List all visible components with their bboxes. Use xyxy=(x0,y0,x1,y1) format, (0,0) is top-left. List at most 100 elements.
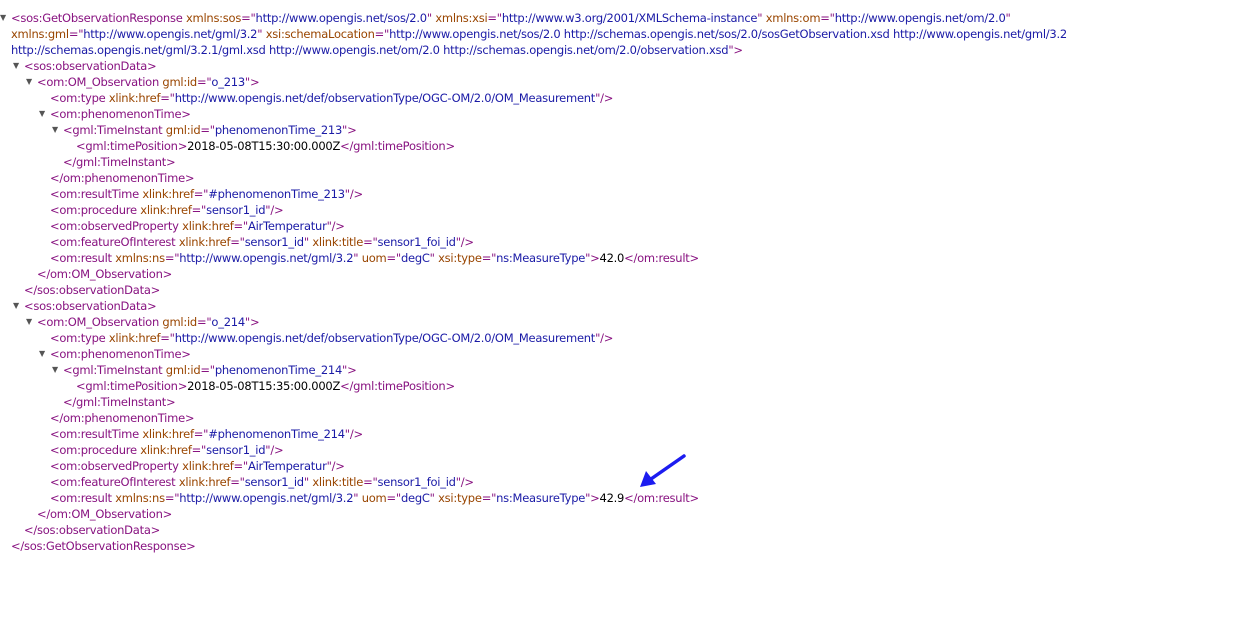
xml-tag-text: </om:result> xyxy=(624,251,699,265)
xml-line: ▼ <sos:GetObservationResponse xmlns:sos="… xyxy=(0,10,1243,58)
xml-line: </om:OM_Observation> xyxy=(0,506,1243,522)
collapse-toggle-icon[interactable]: ▼ xyxy=(13,298,23,314)
xml-line: ▼ <gml:TimeInstant gml:id="phenomenonTime… xyxy=(0,362,1243,378)
collapse-toggle-icon[interactable]: ▼ xyxy=(13,58,23,74)
xml-attr-value: degC xyxy=(400,251,430,265)
xml-tag-text: =" xyxy=(230,475,245,489)
xml-attr-value: ns:MeasureType xyxy=(496,491,586,505)
collapse-toggle-icon[interactable]: ▼ xyxy=(26,74,36,90)
xml-tag-text: =" xyxy=(164,251,180,265)
xml-attr-name: xlink:href xyxy=(108,331,161,345)
xml-attr-value: sensor1_id xyxy=(244,235,304,249)
xml-attr-value: http://www.opengis.net/sos/2.0 xyxy=(255,11,428,25)
xml-attr-value: sensor1_foi_id xyxy=(377,475,456,489)
collapse-toggle-icon[interactable]: ▼ xyxy=(0,10,10,26)
xml-tag-text: " xyxy=(757,11,766,25)
xml-text-value: 42.9 xyxy=(599,491,625,505)
xml-tag-text: =" xyxy=(200,363,215,377)
xml-attr-name: gml:id xyxy=(162,315,197,329)
xml-line: <gml:timePosition>2018-05-08T15:35:00.00… xyxy=(0,378,1243,394)
xml-tag-text: =" xyxy=(386,491,402,505)
xml-line: ▼ <sos:observationData> xyxy=(0,58,1243,74)
xml-attr-name: xlink:href xyxy=(182,219,234,233)
xml-attr-value: http://www.opengis.net/gml/3.2 xyxy=(179,491,354,505)
xml-attr-value: http://www.opengis.net/def/observationTy… xyxy=(174,331,596,345)
xml-tag-text: <om:featureOfInterest xyxy=(50,475,179,489)
xml-tag-text: =" xyxy=(230,235,245,249)
xml-tag-text: <om:phenomenonTime> xyxy=(50,347,191,361)
xml-tag-text: <gml:timePosition> xyxy=(76,139,188,153)
xml-tag-text: </om:phenomenonTime> xyxy=(50,411,195,425)
xml-tag-text: =" xyxy=(196,315,212,329)
xml-tag-text: =" xyxy=(191,203,207,217)
xml-tag-text: " xyxy=(1005,11,1011,25)
xml-attr-name: xlink:href xyxy=(142,427,194,441)
xml-tag-text: =" xyxy=(191,443,207,457)
xml-tag-text: <om:observedProperty xyxy=(50,219,183,233)
xml-tag-text: "/> xyxy=(265,203,284,217)
collapse-toggle-icon[interactable]: ▼ xyxy=(39,346,49,362)
xml-attr-name: xlink:title xyxy=(312,235,364,249)
xml-tag-text: <om:type xyxy=(50,331,109,345)
xml-attr-value: #phenomenonTime_214 xyxy=(208,427,345,441)
xml-attr-name: xmlns:ns xyxy=(115,251,165,265)
collapse-toggle-icon[interactable]: ▼ xyxy=(52,362,62,378)
xml-tag-text: =" xyxy=(193,187,209,201)
xml-tag-text: " xyxy=(257,27,266,41)
xml-attr-value: AirTemperatur xyxy=(247,459,327,473)
xml-tag-text: </gml:TimeInstant> xyxy=(63,155,176,169)
xml-line: <om:resultTime xlink:href="#phenomenonTi… xyxy=(0,186,1243,202)
xml-tag-text: </om:OM_Observation> xyxy=(37,267,173,281)
xml-line: </om:phenomenonTime> xyxy=(0,410,1243,426)
xml-attr-value: degC xyxy=(400,491,430,505)
xml-tag-text: <om:observedProperty xyxy=(50,459,183,473)
xml-tag-text: =" xyxy=(363,235,378,249)
xml-attr-value: http://www.opengis.net/def/observationTy… xyxy=(174,91,596,105)
xml-tag-text: <om:resultTime xyxy=(50,427,143,441)
xml-tag-text: </gml:timePosition> xyxy=(340,379,455,393)
xml-attr-name: xlink:href xyxy=(108,91,161,105)
xml-tag-text: =" xyxy=(193,427,209,441)
xml-tag-text: "/> xyxy=(455,475,474,489)
xml-tag-text: <sos:observationData> xyxy=(24,59,157,73)
xml-line: </om:phenomenonTime> xyxy=(0,170,1243,186)
collapse-toggle-icon[interactable]: ▼ xyxy=(26,314,36,330)
xml-tag-text: </gml:TimeInstant> xyxy=(63,395,176,409)
xml-tag-text: =" xyxy=(68,27,84,41)
xml-tag-text: "/> xyxy=(344,427,363,441)
xml-tag-text: =" xyxy=(820,11,835,25)
collapse-toggle-icon[interactable]: ▼ xyxy=(39,106,49,122)
xml-tag-text: " xyxy=(429,491,439,505)
xml-tag-text: =" xyxy=(200,123,215,137)
xml-attr-name: gml:id xyxy=(162,75,197,89)
xml-attr-name: xlink:title xyxy=(312,475,364,489)
xml-attr-name: xmlns:gml xyxy=(11,27,69,41)
xml-attr-value: http://www.w3.org/2001/XMLSchema-instanc… xyxy=(501,11,758,25)
xml-attr-value: #phenomenonTime_213 xyxy=(208,187,345,201)
xml-tag-text: <om:result xyxy=(50,251,116,265)
xml-tag-text: =" xyxy=(233,459,249,473)
xml-tag-text: "> xyxy=(585,251,600,265)
xml-tag-text: =" xyxy=(363,475,378,489)
xml-tag-text: <om:OM_Observation xyxy=(37,75,163,89)
xml-line: <om:resultTime xlink:href="#phenomenonTi… xyxy=(0,426,1243,442)
xml-tag-text: " xyxy=(353,491,362,505)
xml-tag-text: =" xyxy=(196,75,212,89)
xml-tag-text: "> xyxy=(342,363,357,377)
xml-tag-text: <gml:timePosition> xyxy=(76,379,188,393)
xml-tag-text: </sos:observationData> xyxy=(24,523,161,537)
xml-line: <om:result xmlns:ns="http://www.opengis.… xyxy=(0,490,1243,506)
xml-line: <om:type xlink:href="http://www.opengis.… xyxy=(0,330,1243,346)
xml-attr-value: phenomenonTime_213 xyxy=(214,123,343,137)
xml-attr-value: http://www.opengis.net/om/2.0 xyxy=(834,11,1006,25)
xml-tag-text: <om:type xyxy=(50,91,109,105)
xml-attr-value: sensor1_id xyxy=(244,475,304,489)
xml-line: <om:procedure xlink:href="sensor1_id"/> xyxy=(0,202,1243,218)
xml-line: <om:result xmlns:ns="http://www.opengis.… xyxy=(0,250,1243,266)
xml-line: ▼ <om:phenomenonTime> xyxy=(0,106,1243,122)
xml-attr-name: xmlns:ns xyxy=(115,491,165,505)
xml-attr-name: xsi:schemaLocation xyxy=(265,27,375,41)
xml-tag-text: =" xyxy=(487,11,502,25)
xml-attr-value: o_213 xyxy=(211,75,245,89)
collapse-toggle-icon[interactable]: ▼ xyxy=(52,122,62,138)
